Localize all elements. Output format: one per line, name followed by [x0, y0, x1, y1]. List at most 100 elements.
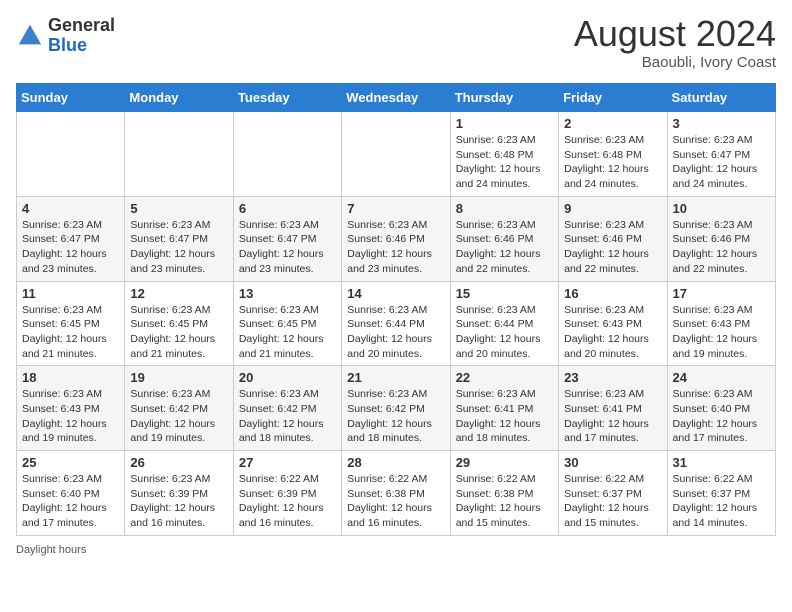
calendar-cell: 24Sunrise: 6:23 AM Sunset: 6:40 PM Dayli…: [667, 366, 775, 451]
weekday-header: Tuesday: [233, 84, 341, 112]
day-number: 31: [673, 455, 770, 470]
day-info: Sunrise: 6:23 AM Sunset: 6:43 PM Dayligh…: [673, 303, 770, 362]
day-info: Sunrise: 6:23 AM Sunset: 6:46 PM Dayligh…: [456, 218, 553, 277]
day-number: 2: [564, 116, 661, 131]
calendar-cell: 5 Sunrise: 6:23 AM Sunset: 6:47 PM Daylig…: [125, 196, 233, 281]
day-info: Sunrise: 6:23 AM Sunset: 6:41 PM Dayligh…: [456, 387, 553, 446]
calendar-cell: 31 Sunrise: 6:22 AM Sunset: 6:37 PM Dayli…: [667, 451, 775, 536]
calendar-cell: [17, 112, 125, 197]
calendar-cell: 12 Sunrise: 6:23 AM Sunset: 6:45 PM Dayli…: [125, 281, 233, 366]
calendar-cell: 27 Sunrise: 6:22 AM Sunset: 6:39 PM Dayli…: [233, 451, 341, 536]
day-info: Sunrise: 6:23 AM Sunset: 6:46 PM Dayligh…: [347, 218, 444, 277]
day-info: Sunrise: 6:23 AM Sunset: 6:48 PM Dayligh…: [564, 133, 661, 192]
calendar-cell: 21Sunrise: 6:23 AM Sunset: 6:42 PM Dayli…: [342, 366, 450, 451]
day-number: 3: [673, 116, 770, 131]
calendar-cell: 16 Sunrise: 6:23 AM Sunset: 6:43 PM Dayli…: [559, 281, 667, 366]
day-info: Sunrise: 6:23 AM Sunset: 6:41 PM Dayligh…: [564, 387, 661, 446]
day-number: 17: [673, 286, 770, 301]
calendar-cell: 30Sunrise: 6:22 AM Sunset: 6:37 PM Dayli…: [559, 451, 667, 536]
day-info: Sunrise: 6:23 AM Sunset: 6:44 PM Dayligh…: [347, 303, 444, 362]
day-number: 18: [22, 370, 119, 385]
day-info: Sunrise: 6:23 AM Sunset: 6:43 PM Dayligh…: [22, 387, 119, 446]
calendar-cell: 10Sunrise: 6:23 AM Sunset: 6:46 PM Dayli…: [667, 196, 775, 281]
day-number: 5: [130, 201, 227, 216]
logo-text: General Blue: [48, 16, 115, 56]
logo: General Blue: [16, 16, 115, 56]
day-number: 6: [239, 201, 336, 216]
day-number: 15: [456, 286, 553, 301]
day-number: 22: [456, 370, 553, 385]
day-info: Sunrise: 6:22 AM Sunset: 6:38 PM Dayligh…: [347, 472, 444, 531]
daylight-hours-label: Daylight hours: [16, 544, 86, 556]
day-number: 20: [239, 370, 336, 385]
day-info: Sunrise: 6:23 AM Sunset: 6:47 PM Dayligh…: [22, 218, 119, 277]
day-info: Sunrise: 6:23 AM Sunset: 6:47 PM Dayligh…: [239, 218, 336, 277]
calendar-cell: 28 Sunrise: 6:22 AM Sunset: 6:38 PM Dayli…: [342, 451, 450, 536]
day-number: 27: [239, 455, 336, 470]
day-info: Sunrise: 6:23 AM Sunset: 6:43 PM Dayligh…: [564, 303, 661, 362]
weekday-header: Sunday: [17, 84, 125, 112]
day-number: 8: [456, 201, 553, 216]
calendar-cell: 14 Sunrise: 6:23 AM Sunset: 6:44 PM Dayli…: [342, 281, 450, 366]
day-number: 28: [347, 455, 444, 470]
day-info: Sunrise: 6:23 AM Sunset: 6:48 PM Dayligh…: [456, 133, 553, 192]
calendar-cell: 29 Sunrise: 6:22 AM Sunset: 6:38 PM Dayli…: [450, 451, 558, 536]
calendar-cell: 15 Sunrise: 6:23 AM Sunset: 6:44 PM Dayli…: [450, 281, 558, 366]
day-info: Sunrise: 6:23 AM Sunset: 6:40 PM Dayligh…: [22, 472, 119, 531]
logo-general-text: General: [48, 16, 115, 36]
day-info: Sunrise: 6:22 AM Sunset: 6:38 PM Dayligh…: [456, 472, 553, 531]
page-header: General Blue August 2024 Baoubli, Ivory …: [16, 16, 776, 71]
day-number: 7: [347, 201, 444, 216]
calendar-cell: 25Sunrise: 6:23 AM Sunset: 6:40 PM Dayli…: [17, 451, 125, 536]
calendar-week-row: 25Sunrise: 6:23 AM Sunset: 6:40 PM Dayli…: [17, 451, 776, 536]
weekday-header: Monday: [125, 84, 233, 112]
calendar-cell: 1 Sunrise: 6:23 AM Sunset: 6:48 PM Daylig…: [450, 112, 558, 197]
day-info: Sunrise: 6:23 AM Sunset: 6:40 PM Dayligh…: [673, 387, 770, 446]
calendar-cell: 9 Sunrise: 6:23 AM Sunset: 6:46 PM Daylig…: [559, 196, 667, 281]
calendar-cell: 22 Sunrise: 6:23 AM Sunset: 6:41 PM Dayli…: [450, 366, 558, 451]
day-info: Sunrise: 6:23 AM Sunset: 6:45 PM Dayligh…: [239, 303, 336, 362]
logo-blue-text: Blue: [48, 36, 115, 56]
calendar-cell: [233, 112, 341, 197]
calendar-week-row: 1 Sunrise: 6:23 AM Sunset: 6:48 PM Daylig…: [17, 112, 776, 197]
calendar-cell: 26Sunrise: 6:23 AM Sunset: 6:39 PM Dayli…: [125, 451, 233, 536]
calendar-table: SundayMondayTuesdayWednesdayThursdayFrid…: [16, 83, 776, 536]
day-info: Sunrise: 6:23 AM Sunset: 6:45 PM Dayligh…: [130, 303, 227, 362]
calendar-cell: 20Sunrise: 6:23 AM Sunset: 6:42 PM Dayli…: [233, 366, 341, 451]
day-number: 14: [347, 286, 444, 301]
day-info: Sunrise: 6:22 AM Sunset: 6:39 PM Dayligh…: [239, 472, 336, 531]
calendar-cell: 11Sunrise: 6:23 AM Sunset: 6:45 PM Dayli…: [17, 281, 125, 366]
weekday-header: Thursday: [450, 84, 558, 112]
day-number: 1: [456, 116, 553, 131]
calendar-week-row: 4 Sunrise: 6:23 AM Sunset: 6:47 PM Daylig…: [17, 196, 776, 281]
day-number: 16: [564, 286, 661, 301]
weekday-header: Wednesday: [342, 84, 450, 112]
calendar-cell: 7 Sunrise: 6:23 AM Sunset: 6:46 PM Daylig…: [342, 196, 450, 281]
calendar-cell: [342, 112, 450, 197]
day-info: Sunrise: 6:23 AM Sunset: 6:42 PM Dayligh…: [130, 387, 227, 446]
day-info: Sunrise: 6:23 AM Sunset: 6:46 PM Dayligh…: [564, 218, 661, 277]
day-number: 4: [22, 201, 119, 216]
calendar-cell: 23Sunrise: 6:23 AM Sunset: 6:41 PM Dayli…: [559, 366, 667, 451]
calendar-cell: 6 Sunrise: 6:23 AM Sunset: 6:47 PM Daylig…: [233, 196, 341, 281]
day-info: Sunrise: 6:22 AM Sunset: 6:37 PM Dayligh…: [673, 472, 770, 531]
calendar-cell: 2 Sunrise: 6:23 AM Sunset: 6:48 PM Daylig…: [559, 112, 667, 197]
month-year-title: August 2024: [574, 16, 776, 52]
calendar-week-row: 11Sunrise: 6:23 AM Sunset: 6:45 PM Dayli…: [17, 281, 776, 366]
day-number: 19: [130, 370, 227, 385]
day-info: Sunrise: 6:23 AM Sunset: 6:44 PM Dayligh…: [456, 303, 553, 362]
day-info: Sunrise: 6:23 AM Sunset: 6:47 PM Dayligh…: [673, 133, 770, 192]
weekday-header: Saturday: [667, 84, 775, 112]
day-number: 29: [456, 455, 553, 470]
day-info: Sunrise: 6:23 AM Sunset: 6:42 PM Dayligh…: [347, 387, 444, 446]
day-info: Sunrise: 6:23 AM Sunset: 6:39 PM Dayligh…: [130, 472, 227, 531]
day-number: 9: [564, 201, 661, 216]
calendar-cell: [125, 112, 233, 197]
calendar-cell: 3 Sunrise: 6:23 AM Sunset: 6:47 PM Daylig…: [667, 112, 775, 197]
location-subtitle: Baoubli, Ivory Coast: [574, 54, 776, 71]
title-block: August 2024 Baoubli, Ivory Coast: [574, 16, 776, 71]
day-info: Sunrise: 6:23 AM Sunset: 6:47 PM Dayligh…: [130, 218, 227, 277]
day-number: 12: [130, 286, 227, 301]
footer: Daylight hours: [16, 544, 776, 556]
weekday-header: Friday: [559, 84, 667, 112]
